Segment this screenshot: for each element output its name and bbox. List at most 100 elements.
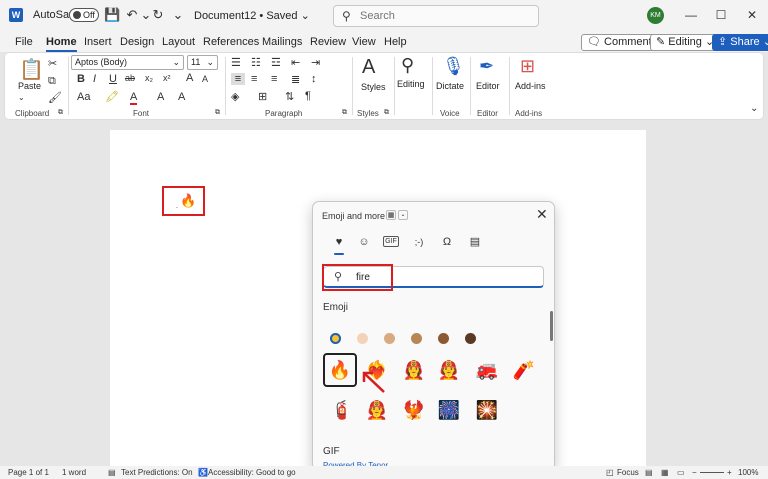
paste-label[interactable]: Paste [18,81,41,91]
format-painter-icon[interactable]: 🖌 [48,91,62,104]
emoji-fire-engine[interactable]: 🚒 [470,353,504,387]
menu-review[interactable]: Review [310,36,346,48]
justify-icon[interactable]: ≣ [291,73,300,86]
emoji-man-firefighter[interactable]: 👨‍🚒 [360,393,394,427]
menu-layout[interactable]: Layout [162,36,195,48]
microphone-icon[interactable]: 🎙 [442,56,465,77]
accessibility-status[interactable]: Accessibility: Good to go [208,468,296,477]
clear-formatting-button[interactable]: A [178,91,185,103]
subscript-button[interactable]: x₂ [145,73,153,83]
font-size-select[interactable]: 11 ⌄ [187,55,218,70]
menu-mailings[interactable]: Mailings [262,36,302,48]
scrollbar[interactable] [550,311,553,341]
bullets-icon[interactable]: ☰ [231,56,241,69]
highlight-icon[interactable]: 🖍 [105,90,119,103]
focus-button[interactable]: Focus [617,468,639,477]
paste-icon[interactable]: 📋 [19,57,44,82]
search-input[interactable] [360,9,530,23]
redo-icon[interactable]: ↻ [150,7,166,23]
tab-clipboard[interactable]: ▤ [467,234,483,250]
editing-label[interactable]: Editing [397,79,425,89]
emoji-fire[interactable]: 🔥 [323,353,357,387]
change-case-button[interactable]: A [157,91,164,103]
tab-gif[interactable]: GIF [383,236,399,247]
menu-file[interactable]: File [15,36,33,48]
tab-kaomoji[interactable]: ;-) [411,234,427,250]
strikethrough-button[interactable]: ab [125,73,135,83]
editing-mode-button[interactable]: ✎ Editing ⌄ [650,34,721,51]
maximize-icon[interactable]: ☐ [712,6,730,24]
borders-icon[interactable]: ⊞ [258,90,267,103]
editor-icon[interactable]: ✒ [479,56,494,77]
text-effects-button[interactable]: Aa [77,91,90,103]
close-icon[interactable]: ✕ [743,6,761,24]
styles-label[interactable]: Styles [361,82,386,92]
grid-icon[interactable]: ▦ [386,210,396,220]
menu-insert[interactable]: Insert [84,36,112,48]
zoom-level[interactable]: 100% [738,468,758,477]
font-color-button[interactable]: A [130,91,138,105]
bold-button[interactable]: B [77,73,85,85]
page-count[interactable]: Page 1 of 1 [8,468,49,477]
grow-font-button[interactable]: A [186,72,193,84]
emoji-firefighter[interactable]: 🧑‍🚒 [432,353,466,387]
skin-tone-swatch[interactable] [330,333,341,344]
copy-icon[interactable]: ⧉ [48,75,56,88]
align-center-icon[interactable]: ≡ [251,73,257,85]
underline-button[interactable]: U [109,73,117,85]
dictate-label[interactable]: Dictate [436,81,464,91]
collapse-ribbon-icon[interactable]: ⌄ [750,103,758,114]
menu-references[interactable]: References [203,36,259,48]
italic-button[interactable]: I [93,73,96,85]
autosave-toggle[interactable]: Off [69,8,99,22]
minimize-icon[interactable]: — [682,6,700,24]
show-marks-icon[interactable]: ¶ [305,90,311,102]
word-count[interactable]: 1 word [62,468,86,477]
font-name-select[interactable]: Aptos (Body) ⌄ [71,55,184,70]
zoom-in-icon[interactable]: + [727,468,732,477]
tab-emoji[interactable]: ☺ [356,234,372,250]
emoji-sparkler[interactable]: 🎇 [470,393,504,427]
layout-icon[interactable]: ▤ [645,468,653,477]
paste-dropdown-icon[interactable]: ⌄ [18,93,25,102]
multilevel-list-icon[interactable]: ☲ [271,56,281,69]
skin-tone-swatch[interactable] [384,333,395,344]
skin-tone-swatch[interactable] [465,333,476,344]
tab-symbols[interactable]: Ω [439,234,455,250]
skin-tone-swatch[interactable] [411,333,422,344]
align-right-icon[interactable]: ≡ [271,73,277,85]
shading-icon[interactable]: ◈ [231,90,239,103]
superscript-button[interactable]: x² [163,73,171,83]
skin-tone-swatch[interactable] [357,333,368,344]
decrease-indent-icon[interactable]: ⇤ [291,56,300,69]
close-icon[interactable]: ✕ [536,206,548,223]
menu-home[interactable]: Home [46,36,77,52]
numbering-icon[interactable]: ☷ [251,56,261,69]
emoji-fireworks[interactable]: 🎆 [432,393,466,427]
zoom-out-icon[interactable]: − [692,468,697,477]
zoom-slider[interactable] [700,472,724,473]
skin-tone-swatch[interactable] [438,333,449,344]
document-title[interactable]: Document12 • Saved ⌄ [194,9,310,22]
styles-icon[interactable]: A [362,56,375,79]
paragraph-launcher-icon[interactable]: ⧉ [342,109,347,117]
emoji-phoenix[interactable]: 🐦‍🔥 [397,393,431,427]
search-box[interactable]: ⚲ [333,5,539,27]
add-ins-label[interactable]: Add-ins [515,81,546,91]
emoji-fire-extinguisher[interactable]: 🧯 [325,393,359,427]
shrink-font-button[interactable]: A [202,74,208,84]
clipboard-launcher-icon[interactable]: ⧉ [58,109,63,117]
add-ins-icon[interactable]: ⊞ [520,56,535,77]
emoji-woman-firefighter[interactable]: 👩‍🚒 [397,353,431,387]
avatar[interactable]: KM [647,7,664,24]
cut-icon[interactable]: ✂ [48,57,57,70]
text-predictions-status[interactable]: Text Predictions: On [121,468,193,477]
emoji-firecracker[interactable]: 🧨 [507,353,541,387]
line-spacing-icon[interactable]: ↕ [311,73,317,85]
styles-launcher-icon[interactable]: ⧉ [384,109,389,117]
font-launcher-icon[interactable]: ⧉ [215,109,220,117]
tab-favorites[interactable]: ♥ [331,234,347,255]
align-left-icon[interactable]: ≡ [231,73,245,85]
menu-help[interactable]: Help [384,36,407,48]
print-layout-icon[interactable]: ▦ [661,468,669,477]
